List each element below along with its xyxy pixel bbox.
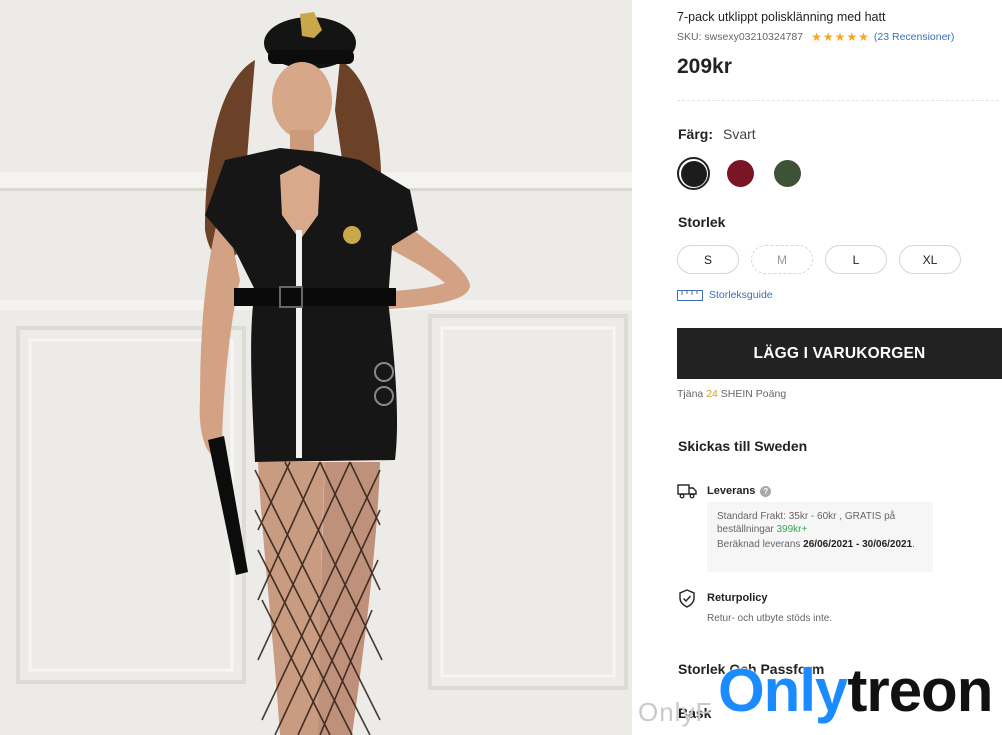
help-icon[interactable]: ?	[760, 485, 772, 497]
size-options: S M L XL	[677, 245, 961, 274]
color-label: Färg: Svart	[678, 126, 756, 142]
shipping-info-box: Standard Frakt: 35kr - 60kr , GRATIS på …	[707, 502, 933, 572]
color-selected-value: Svart	[723, 126, 756, 142]
product-details-panel: 7-pack utklippt polisklänning med hatt S…	[677, 0, 1002, 735]
reviews-link[interactable]: (23 Recensioner)	[874, 31, 955, 43]
size-m-button[interactable]: M	[751, 245, 813, 274]
watermark-small: OnlyF	[638, 697, 713, 727]
size-l-button[interactable]: L	[825, 245, 887, 274]
sku-text: SKU: swsexy03210324787	[677, 31, 804, 43]
estimate-dates: 26/06/2021 - 30/06/2021	[803, 539, 913, 550]
size-xl-button[interactable]: XL	[899, 245, 961, 274]
return-text: Retur- och utbyte stöds inte.	[707, 613, 833, 624]
ruler-icon	[677, 289, 703, 301]
swatch-burgundy-dot	[727, 160, 754, 187]
truck-icon	[677, 482, 697, 500]
points-text: Tjäna 24 SHEIN Poäng	[677, 388, 786, 400]
estimated-delivery: Beräknad leverans 26/06/2021 - 30/06/202…	[717, 539, 915, 550]
product-image[interactable]	[0, 0, 632, 735]
size-guide-label: Storleksguide	[709, 289, 773, 301]
sku-rating-row: SKU: swsexy03210324787 ★★★★★ (23 Recensi…	[677, 30, 954, 44]
swatch-burgundy[interactable]	[724, 157, 757, 190]
swatch-black-dot	[680, 160, 707, 187]
points-suffix: SHEIN Poäng	[720, 388, 787, 400]
shipping-title: Skickas till Sweden	[678, 438, 808, 454]
return-row: Returpolicy	[677, 588, 768, 608]
points-value: 24	[706, 388, 718, 400]
product-price: 209kr	[677, 55, 732, 78]
divider	[677, 100, 999, 101]
color-label-key: Färg:	[678, 126, 713, 142]
size-guide-link[interactable]: Storleksguide	[677, 289, 773, 301]
free-threshold: 399kr+	[776, 524, 808, 535]
rating-stars-icon: ★★★★★	[811, 30, 870, 44]
size-label: Storlek	[678, 214, 726, 230]
product-title: 7-pack utklippt polisklänning med hatt	[677, 10, 886, 24]
delivery-label: Leverans	[707, 485, 756, 497]
shield-check-icon	[677, 588, 697, 608]
delivery-row: Leverans ?	[677, 482, 772, 500]
swatch-green[interactable]	[771, 157, 804, 190]
add-to-cart-button[interactable]: LÄGG I VARUKORGEN	[677, 328, 1002, 379]
watermark-logo-a: Only	[718, 657, 848, 724]
return-label: Returpolicy	[707, 592, 768, 604]
points-prefix: Tjäna	[677, 388, 704, 400]
swatch-green-dot	[774, 160, 801, 187]
watermark-logo-b: treon	[847, 657, 993, 724]
watermark-logo: Onlytreon	[718, 661, 993, 721]
standard-shipping: Standard Frakt: 35kr - 60kr , GRATIS på …	[717, 510, 923, 536]
estimate-label: Beräknad leverans	[717, 539, 801, 550]
size-s-button[interactable]: S	[677, 245, 739, 274]
color-swatches	[677, 157, 804, 190]
swatch-black[interactable]	[677, 157, 710, 190]
